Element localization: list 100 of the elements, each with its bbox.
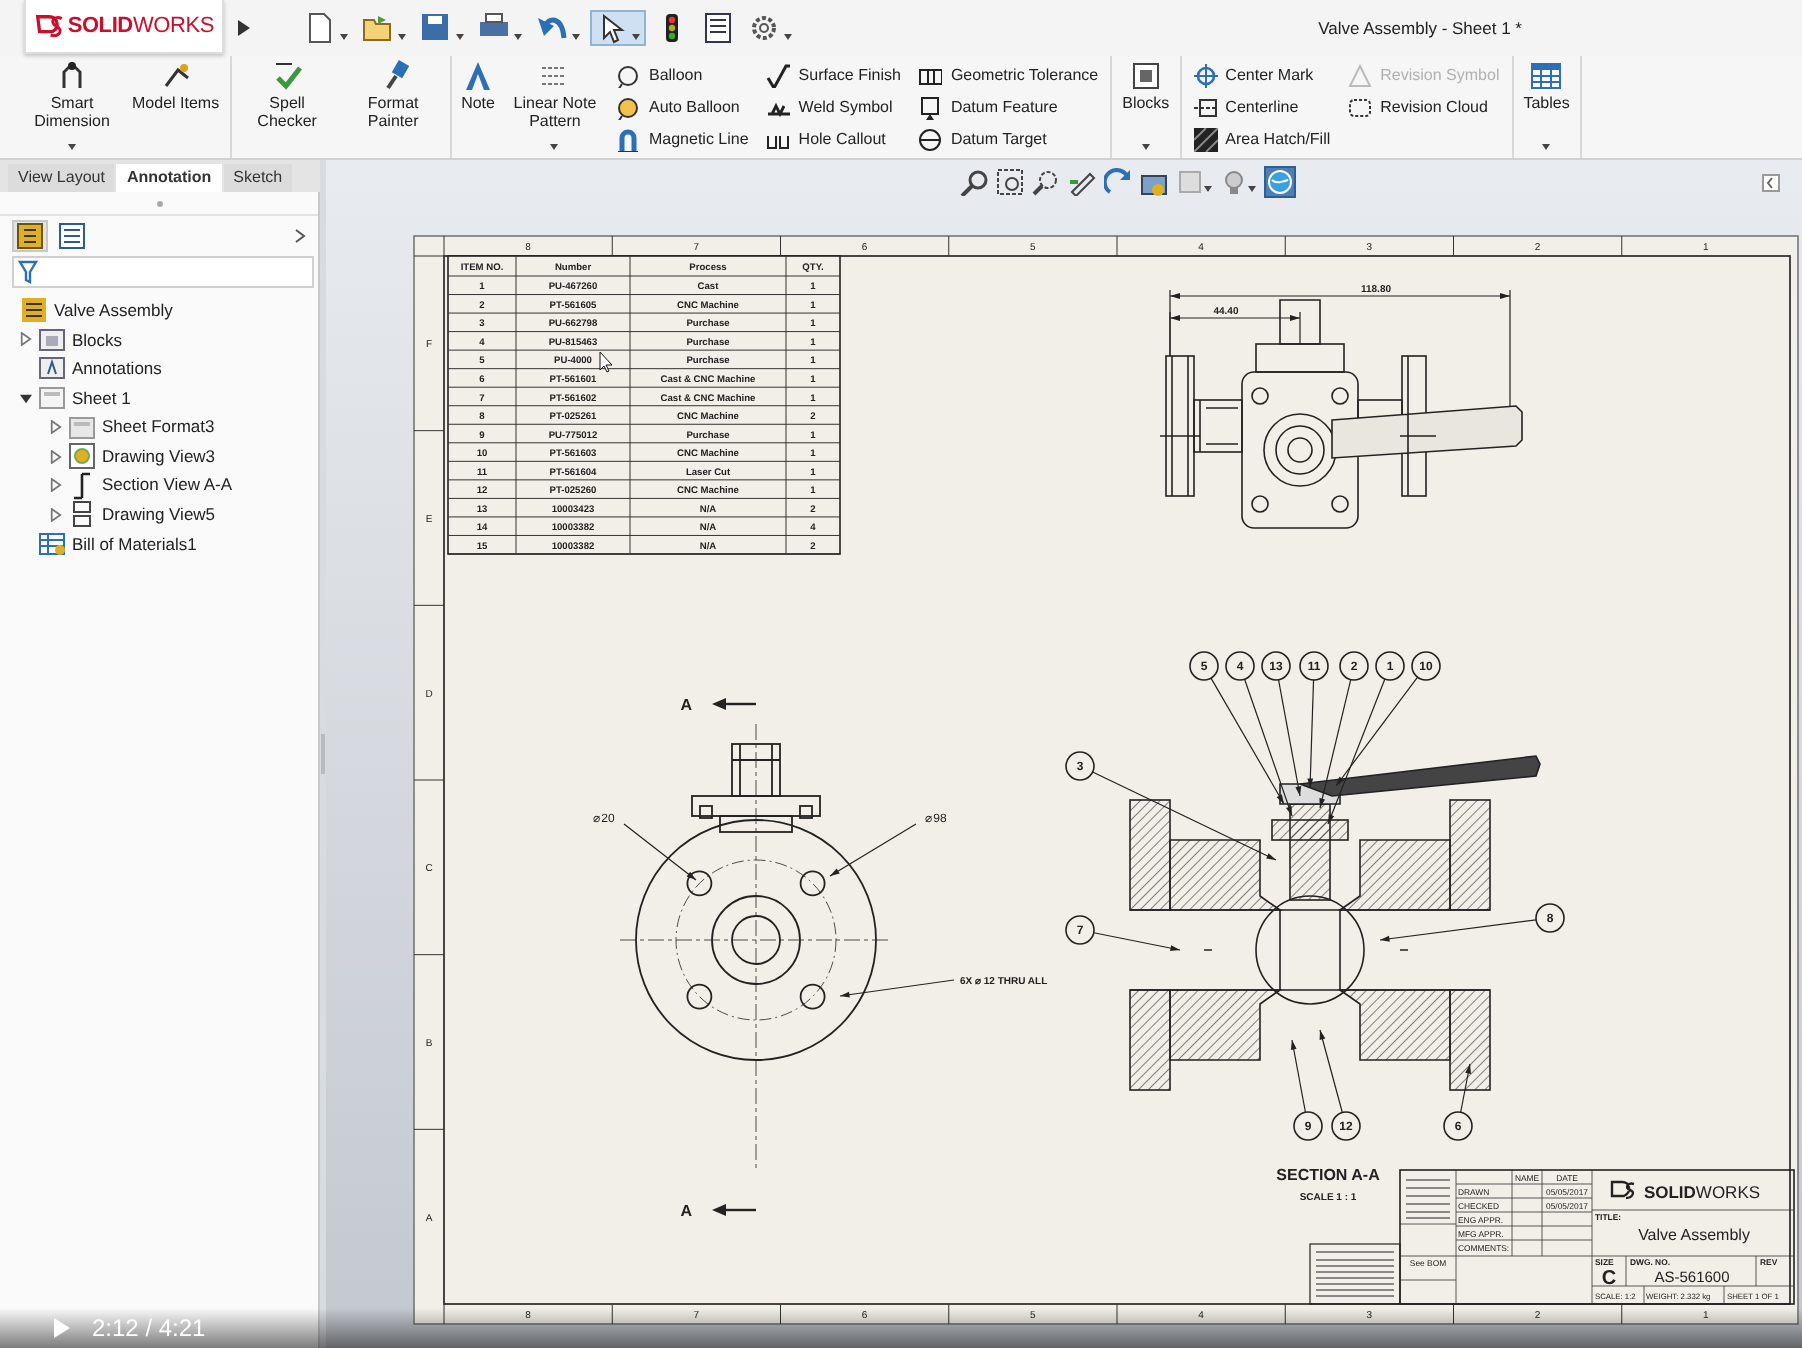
tolerance-frame-icon [918, 63, 943, 87]
caret-icon [572, 34, 580, 40]
ribbon-tool[interactable]: Magnetic Line [610, 124, 755, 154]
sheet-icon [68, 413, 96, 442]
ribbon-tool[interactable]: Revision Cloud [1342, 92, 1506, 122]
caret-icon [514, 34, 522, 40]
tab[interactable]: View Layout [8, 164, 115, 192]
view-tool-button[interactable] [1104, 168, 1132, 196]
save-icon [420, 12, 452, 44]
panel-tab[interactable] [54, 220, 90, 252]
tree-item[interactable]: Section View A-A [102, 472, 233, 499]
ribbon-tool[interactable]: Hole Callout [760, 124, 907, 154]
collapse-handle-icon[interactable] [155, 199, 163, 207]
section-arrow [712, 1204, 756, 1216]
light-bulb-icon [1220, 168, 1248, 196]
ribbon-tool[interactable]: Surface Finish [760, 60, 907, 90]
play-icon[interactable] [52, 1316, 72, 1340]
ribbon-button[interactable]: Linear Note Pattern [504, 60, 605, 154]
property-list-icon [58, 222, 86, 250]
table-icon [38, 530, 66, 559]
display-icon [1176, 168, 1204, 196]
toolbar-button[interactable] [590, 10, 646, 46]
caret-icon [1204, 186, 1212, 192]
view-tool-button[interactable] [1068, 168, 1096, 196]
toolbar-button[interactable] [474, 12, 526, 44]
new-document-icon [304, 12, 336, 44]
ribbon-button[interactable]: Note [457, 60, 499, 154]
zoom-window-icon [1032, 168, 1060, 196]
magnifier-icon [960, 168, 988, 196]
collapse-arrow-icon[interactable] [20, 391, 32, 406]
balloon-icon [616, 63, 641, 87]
chevron-right-icon[interactable] [294, 228, 306, 244]
tab[interactable]: Sketch [223, 164, 293, 192]
window-title: Valve Assembly - Sheet 1 * [1318, 15, 1522, 41]
model-items-icon [159, 60, 192, 92]
ds-logo-icon [1610, 1180, 1636, 1200]
undo-icon [536, 12, 568, 44]
zoom-area-icon [996, 168, 1024, 196]
leader-line [829, 823, 917, 877]
view-tool-button[interactable] [1032, 168, 1060, 196]
tree-item[interactable]: Annotations [72, 356, 162, 382]
globe-icon [1266, 168, 1294, 196]
leader-line [1093, 932, 1181, 951]
sheet-size: C [1601, 1268, 1617, 1290]
panel-toggle-icon[interactable] [1762, 174, 1780, 192]
spell-check-icon [271, 60, 304, 92]
drawing-title: Valve Assembly [1638, 1226, 1750, 1244]
ribbon-tool[interactable]: Datum Feature [912, 92, 1105, 122]
ribbon-button[interactable]: Format Painter [343, 60, 444, 154]
leader-line [1290, 1039, 1307, 1113]
ribbon-tool[interactable]: Balloon [610, 60, 755, 90]
section-arrows-icon [68, 471, 96, 500]
caret-icon [1248, 186, 1256, 192]
panel-tab[interactable] [12, 220, 48, 252]
options-list-icon [702, 12, 734, 44]
view-title: SECTION A-A [1276, 1166, 1380, 1184]
tree-item[interactable]: Drawing View3 [102, 443, 216, 470]
note-icon [462, 60, 495, 92]
ribbon-tool[interactable]: Datum Target [912, 124, 1105, 154]
auto-balloon-icon [616, 95, 641, 119]
assembly-icon [20, 296, 48, 325]
ribbon-tool[interactable]: Geometric Tolerance [912, 60, 1105, 90]
ribbon-button[interactable]: Blocks [1118, 60, 1174, 154]
notice-box [1309, 1243, 1401, 1305]
expand-arrow-icon[interactable] [236, 18, 252, 38]
ribbon-button[interactable]: Model Items [128, 60, 224, 154]
section-letter: A [680, 696, 692, 714]
tree-item[interactable]: Valve Assembly [54, 297, 173, 324]
caret-icon [398, 34, 406, 40]
view-tool-button[interactable] [960, 168, 988, 196]
warning-triangle-icon [1348, 63, 1373, 87]
ribbon-tool[interactable]: Area Hatch/Fill [1187, 124, 1337, 154]
section-letter: A [680, 1202, 692, 1220]
ribbon-button[interactable]: Smart Dimension [22, 60, 122, 154]
centerline-icon [1193, 95, 1218, 119]
view-tool-button[interactable] [996, 168, 1024, 196]
tree-icon [16, 222, 44, 250]
tree-item[interactable]: Blocks [72, 327, 123, 353]
ribbon-tool[interactable]: Weld Symbol [760, 92, 907, 122]
splitter-handle-icon[interactable] [320, 734, 326, 774]
datum-target-icon [918, 127, 943, 151]
tree-item[interactable]: Sheet Format3 [102, 414, 215, 441]
center-mark-icon [1193, 63, 1218, 87]
filter-field[interactable] [12, 256, 314, 288]
leader-line [839, 979, 955, 998]
ribbon-tool[interactable]: Centerline [1187, 92, 1337, 122]
leader-line [623, 823, 697, 881]
ribbon-button[interactable]: Tables [1519, 60, 1574, 154]
view-tool-button[interactable] [1264, 166, 1296, 198]
ribbon-tool[interactable]: Auto Balloon [610, 92, 755, 122]
tab[interactable]: Annotation [116, 164, 222, 192]
cloud-outline-icon [1348, 95, 1373, 119]
tree-item[interactable]: Drawing View5 [102, 502, 216, 528]
pencil-arrow-icon [1068, 168, 1096, 196]
mouse-cursor-icon [599, 351, 613, 373]
ribbon-button[interactable]: Spell Checker [237, 60, 338, 154]
tree-item[interactable]: Sheet 1 [72, 385, 131, 411]
tree-item[interactable]: Bill of Materials1 [72, 531, 197, 557]
gear-icon [748, 12, 780, 44]
ribbon-tool[interactable]: Center Mark [1187, 60, 1337, 90]
